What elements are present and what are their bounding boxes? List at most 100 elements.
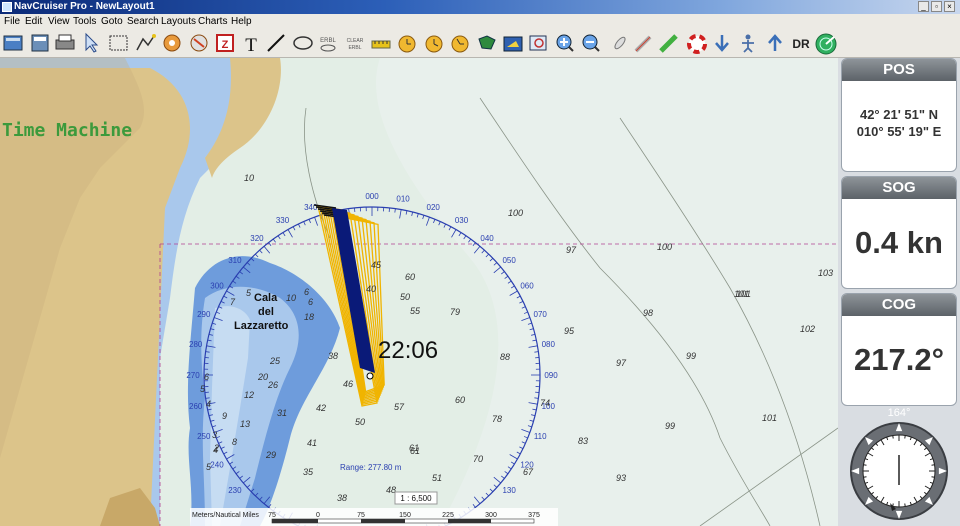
menu-layouts[interactable]: Layouts	[161, 14, 196, 29]
route-icon[interactable]	[136, 34, 156, 51]
depth-sounding: 99	[686, 351, 696, 361]
depth-sounding: 50	[355, 417, 365, 427]
depth-sounding: 97	[566, 245, 577, 255]
depth-sounding: 29	[265, 450, 276, 460]
clear-erbl-icon[interactable]: CLEARERBL	[347, 38, 364, 51]
ring-label: 070	[534, 310, 548, 319]
depth-sounding: 74	[540, 398, 550, 408]
depth-sounding: 97	[616, 358, 627, 368]
event-icon[interactable]	[190, 34, 208, 52]
map-icon[interactable]	[478, 35, 496, 50]
scale-tick-label: 150	[399, 512, 411, 519]
ellipse-icon[interactable]	[293, 36, 313, 50]
marker-icon[interactable]	[659, 34, 678, 53]
zoom-out-icon[interactable]	[582, 34, 600, 52]
menu-search[interactable]: Search	[127, 14, 159, 29]
ring-tick	[205, 351, 210, 353]
zoom-in-icon[interactable]	[556, 34, 574, 52]
person-icon[interactable]	[742, 34, 754, 53]
menu-help[interactable]: Help	[231, 14, 252, 29]
restore-button[interactable]: ▫	[931, 1, 942, 12]
ring-label: 240	[210, 461, 224, 470]
depth-sounding: 6	[304, 287, 309, 297]
menu-bar: File Edit View Tools Goto Search Layouts…	[0, 14, 960, 29]
depth-sounding: 13	[240, 419, 250, 429]
select-rect-icon[interactable]	[109, 35, 128, 51]
feather-icon[interactable]	[613, 36, 627, 51]
clock-icon-1[interactable]	[398, 35, 416, 53]
svg-text:CLEAR: CLEAR	[347, 38, 364, 44]
menu-file[interactable]: File	[4, 14, 20, 29]
svg-text:ERBL: ERBL	[320, 38, 336, 44]
menu-goto[interactable]: Goto	[101, 14, 123, 29]
vessel-marker[interactable]	[366, 372, 374, 380]
depth-sounding: 46	[343, 379, 353, 389]
dr-icon[interactable]: DR	[792, 37, 810, 51]
dr-label: DR	[792, 37, 810, 51]
clock-time: 22:06	[378, 337, 438, 364]
depth-sounding: 93	[616, 473, 626, 483]
depth-sounding: 103	[818, 268, 833, 278]
erbl-icon[interactable]: ERBL	[320, 38, 336, 52]
zone-icon[interactable]: Z	[216, 34, 234, 52]
menu-tools[interactable]: Tools	[73, 14, 96, 29]
zoom-area-icon[interactable]	[529, 35, 547, 51]
menu-charts[interactable]: Charts	[198, 14, 227, 29]
clock-icon-3[interactable]	[451, 35, 469, 53]
open-icon[interactable]	[3, 35, 23, 51]
mark-icon[interactable]	[163, 34, 181, 52]
nautical-chart[interactable]: 000 010 020 030 040 050 060 070 080 090 100 110 120 1…	[0, 58, 838, 526]
ring-label: 340	[304, 203, 318, 212]
cog-header: COG	[842, 294, 956, 316]
toolbar-icons: Z T ERBL CLEARERBL DR	[3, 32, 837, 56]
app-icon	[2, 2, 12, 12]
scale-bar-segment	[361, 519, 405, 523]
ring-tick	[534, 397, 539, 399]
depth-sounding: 31	[277, 408, 287, 418]
time-machine-label: Time Machine	[2, 120, 133, 141]
compass-tick	[863, 464, 867, 466]
download-arrow-icon[interactable]	[715, 35, 729, 52]
print-icon[interactable]	[55, 34, 75, 50]
clock-icon-2[interactable]	[425, 35, 443, 53]
ring-label: 250	[197, 432, 211, 441]
scale-ratio: 1 : 6,500	[400, 494, 432, 503]
ring-label: 020	[427, 203, 441, 212]
depth-sounding: 41	[307, 438, 317, 448]
ring-label: 090	[544, 371, 558, 380]
layout-icon[interactable]	[31, 34, 49, 52]
compass-tick	[904, 435, 906, 439]
pen-icon[interactable]	[634, 35, 652, 53]
lifebuoy-icon[interactable]	[687, 34, 707, 54]
radar-icon[interactable]	[815, 33, 837, 55]
pointer-icon[interactable]	[85, 32, 99, 53]
depth-sounding: 9	[222, 411, 227, 421]
ruler-icon[interactable]	[371, 40, 391, 49]
upload-arrow-icon[interactable]	[768, 34, 782, 51]
depth-sounding: 20	[257, 372, 268, 382]
depth-sounding: 61	[410, 446, 420, 456]
depth-sounding: 57	[394, 402, 405, 412]
line-icon[interactable]	[267, 34, 285, 52]
depth-sounding: 10	[286, 293, 296, 303]
compass-tick	[892, 435, 894, 439]
scale-bar-segment	[448, 519, 491, 523]
scale-tick-label: 75	[268, 512, 276, 519]
scale-bar-segment	[272, 519, 318, 523]
close-button[interactable]: ×	[944, 1, 955, 12]
depth-sounding: 95	[564, 326, 575, 336]
depth-sounding: 100	[508, 208, 523, 218]
text-icon[interactable]: T	[245, 35, 257, 56]
depth-sounding: 79	[450, 307, 460, 317]
scale-units: Meters/Nautical Miles	[192, 512, 259, 519]
boat-icon[interactable]	[503, 36, 523, 52]
depth-sounding: 101	[736, 289, 751, 299]
menu-edit[interactable]: Edit	[25, 14, 42, 29]
depth-sounding: 12	[244, 390, 254, 400]
ring-tick	[348, 208, 350, 213]
menu-view[interactable]: View	[48, 14, 70, 29]
depth-sounding: 45	[371, 260, 382, 270]
depth-sounding: 38	[328, 351, 338, 361]
depth-sounding: 102	[800, 324, 815, 334]
minimize-button[interactable]: _	[918, 1, 929, 12]
